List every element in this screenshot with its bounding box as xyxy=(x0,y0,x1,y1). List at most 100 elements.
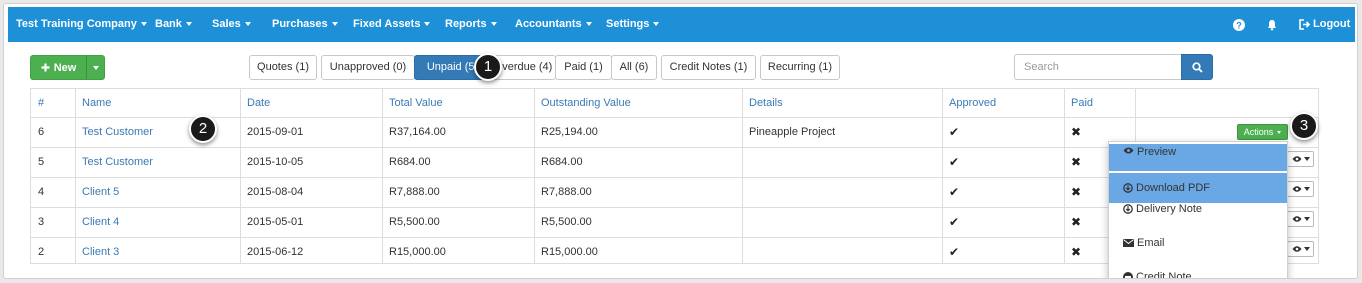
unpaid-cross-icon: ✖ xyxy=(1071,245,1082,259)
header-date[interactable]: Date xyxy=(240,89,270,117)
help-button[interactable]: ? xyxy=(1233,7,1245,42)
tab-paid[interactable]: Paid (1) xyxy=(555,55,612,80)
logout-button[interactable]: Logout xyxy=(1299,7,1350,42)
menu-delivery-note[interactable]: Delivery Note xyxy=(1109,201,1287,217)
actions-label: Actions xyxy=(1243,127,1274,137)
download-circle-icon xyxy=(1123,204,1133,214)
header-outstanding-value[interactable]: Outstanding Value xyxy=(534,89,631,117)
header-number[interactable]: # xyxy=(31,89,44,117)
caret-down-icon xyxy=(244,22,251,27)
nav-reports[interactable]: Reports xyxy=(445,7,497,42)
new-dropdown-toggle[interactable] xyxy=(86,56,105,79)
cell-number: 6 xyxy=(38,126,45,138)
nav-fixed-assets[interactable]: Fixed Assets xyxy=(353,7,431,42)
row-options-button[interactable] xyxy=(1287,241,1314,257)
eye-icon xyxy=(1292,246,1301,252)
tab-all[interactable]: All (6) xyxy=(611,55,657,80)
nav-settings[interactable]: Settings xyxy=(606,7,660,42)
caret-down-icon xyxy=(1303,187,1310,191)
row-options-button[interactable] xyxy=(1287,211,1314,227)
customer-link[interactable]: Test Customer xyxy=(75,147,153,177)
caret-down-icon xyxy=(1303,157,1310,161)
approved-check-icon: ✔ xyxy=(949,125,960,139)
cell-outstanding-value: R5,500.00 xyxy=(541,216,592,228)
caret-down-icon xyxy=(1303,217,1310,221)
approved-check-icon: ✔ xyxy=(949,155,960,169)
customer-link[interactable]: Test Customer xyxy=(75,117,153,147)
search-input[interactable] xyxy=(1014,54,1181,80)
tab-recurring[interactable]: Recurring (1) xyxy=(760,55,840,80)
eye-icon xyxy=(1292,156,1301,162)
header-paid[interactable]: Paid xyxy=(1064,89,1093,117)
cell-number: 5 xyxy=(38,156,45,168)
nav-purchases-label: Purchases xyxy=(272,18,328,30)
row-options-button[interactable] xyxy=(1287,151,1314,167)
nav-bank[interactable]: Bank xyxy=(155,7,192,42)
header-total-value[interactable]: Total Value xyxy=(382,89,443,117)
menu-download-pdf[interactable]: Download PDF xyxy=(1109,173,1287,203)
header-name[interactable]: Name xyxy=(75,89,111,117)
actions-dropdown-button[interactable]: Actions xyxy=(1237,124,1288,140)
cell-date: 2015-10-05 xyxy=(247,156,304,168)
cell-outstanding-value: R25,194.00 xyxy=(541,126,598,138)
cell-details xyxy=(742,207,749,237)
header-approved[interactable]: Approved xyxy=(942,89,996,117)
customer-link[interactable]: Client 5 xyxy=(75,177,119,207)
customer-link[interactable]: Client 4 xyxy=(75,207,119,237)
nav-settings-label: Settings xyxy=(606,18,650,30)
unpaid-cross-icon: ✖ xyxy=(1071,215,1082,229)
tab-unapproved[interactable]: Unapproved (0) xyxy=(321,55,415,80)
cell-total-value: R7,888.00 xyxy=(389,186,440,198)
tab-credit-notes[interactable]: Credit Notes (1) xyxy=(661,55,756,80)
eye-icon xyxy=(1292,216,1301,222)
approved-check-icon: ✔ xyxy=(949,185,960,199)
unpaid-cross-icon: ✖ xyxy=(1071,185,1082,199)
cell-date: 2015-05-01 xyxy=(247,216,304,228)
customer-link[interactable]: Client 3 xyxy=(75,237,119,267)
cell-details xyxy=(742,177,749,207)
cell-details xyxy=(742,237,749,267)
company-menu[interactable]: Test Training Company xyxy=(16,7,147,42)
header-details[interactable]: Details xyxy=(742,89,783,117)
cell-outstanding-value: R7,888.00 xyxy=(541,186,592,198)
caret-down-icon xyxy=(185,22,192,27)
app-window: Test Training Company Bank Sales Purchas… xyxy=(3,3,1358,279)
caret-down-icon xyxy=(331,22,338,27)
nav-sales[interactable]: Sales xyxy=(212,7,251,42)
envelope-icon xyxy=(1123,239,1134,247)
new-button-main[interactable]: New xyxy=(31,56,86,79)
nav-accountants-label: Accountants xyxy=(515,18,582,30)
tab-quotes[interactable]: Quotes (1) xyxy=(249,55,317,80)
nav-accountants[interactable]: Accountants xyxy=(515,7,592,42)
svg-text:?: ? xyxy=(1236,20,1242,30)
menu-download-pdf-label: Download PDF xyxy=(1136,182,1210,194)
top-navbar: Test Training Company Bank Sales Purchas… xyxy=(8,7,1355,42)
menu-credit-note-label: Credit Note xyxy=(1136,271,1192,279)
minus-circle-icon xyxy=(1123,272,1133,278)
nav-purchases[interactable]: Purchases xyxy=(272,7,338,42)
row-options-button[interactable] xyxy=(1287,181,1314,197)
callout-badge: 2 xyxy=(189,115,217,143)
approved-check-icon: ✔ xyxy=(949,215,960,229)
new-button[interactable]: New xyxy=(30,55,105,80)
notifications-button[interactable] xyxy=(1266,7,1278,42)
logout-icon xyxy=(1299,18,1311,30)
unpaid-cross-icon: ✖ xyxy=(1071,125,1082,139)
nav-sales-label: Sales xyxy=(212,18,241,30)
cell-details xyxy=(742,147,749,177)
plus-icon xyxy=(41,63,50,72)
row-divider xyxy=(31,117,1318,118)
approved-check-icon: ✔ xyxy=(949,245,960,259)
download-circle-icon xyxy=(1123,183,1133,193)
menu-email[interactable]: Email xyxy=(1109,235,1287,251)
caret-down-icon xyxy=(424,22,431,27)
menu-preview[interactable]: Preview xyxy=(1109,144,1287,171)
new-button-label: New xyxy=(53,61,77,74)
company-name: Test Training Company xyxy=(16,18,137,30)
search-button[interactable] xyxy=(1181,54,1213,80)
cell-outstanding-value: R15,000.00 xyxy=(541,246,598,258)
nav-reports-label: Reports xyxy=(445,18,487,30)
caret-down-icon xyxy=(1277,131,1282,135)
menu-credit-note[interactable]: Credit Note xyxy=(1109,269,1287,279)
unpaid-cross-icon: ✖ xyxy=(1071,155,1082,169)
